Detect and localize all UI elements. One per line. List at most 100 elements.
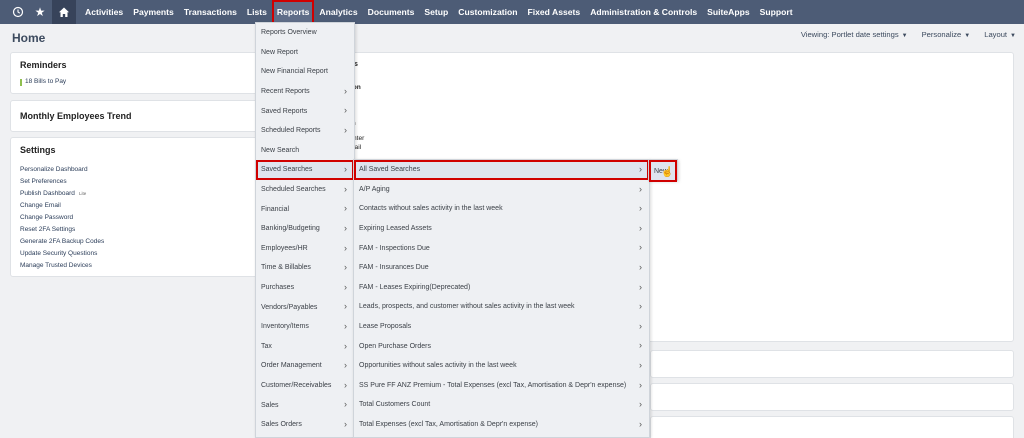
personalize-dropdown[interactable]: Personalize ▼ <box>922 30 971 39</box>
viewing-dropdown[interactable]: Viewing: Portlet date settings ▼ <box>801 30 908 39</box>
reports-menu-item-customer-receivables[interactable]: Customer/Receivables › <box>256 376 354 396</box>
portlet-bar <box>650 383 1014 411</box>
nav-item-reports[interactable]: Reports <box>271 0 315 24</box>
nav-item-transactions[interactable]: Transactions <box>179 0 242 24</box>
reports-menu-item-time-billables[interactable]: Time & Billables › <box>256 258 354 278</box>
reports-menu-item-saved-reports[interactable]: Saved Reports › <box>256 101 354 121</box>
saved-searches-menu: All Saved Searches › A/P Aging › Contacts wi… <box>353 159 650 438</box>
nav-item-documents[interactable]: Documents <box>363 0 420 24</box>
reports-menu-item-new-financial-report[interactable]: New Financial Report <box>256 62 354 82</box>
chevron-right-icon: › <box>639 301 642 312</box>
employees-trend-portlet: Monthly Employees Trend <box>10 100 260 132</box>
nav-item-fixed-assets[interactable]: Fixed Assets <box>522 0 585 24</box>
caret-down-icon: ▼ <box>1010 33 1016 39</box>
chevron-right-icon: › <box>639 379 642 390</box>
settings-link-personalize-dashboard[interactable]: Personalize Dashboard <box>20 164 104 176</box>
lite-badge: Lite <box>78 191 87 196</box>
reports-menu-item-saved-searches[interactable]: Saved Searches › <box>256 160 354 180</box>
nav-item-lists[interactable]: Lists <box>242 0 272 24</box>
reports-menu-item-employees-hr[interactable]: Employees/HR › <box>256 239 354 259</box>
saved-search-item-fam-insurances-due[interactable]: FAM - Insurances Due › <box>354 258 649 278</box>
nav-item-payments[interactable]: Payments <box>128 0 179 24</box>
chevron-right-icon: › <box>344 164 347 175</box>
chevron-right-icon: › <box>639 359 642 370</box>
nav-item-suiteapps[interactable]: SuiteApps <box>702 0 755 24</box>
reports-menu-item-recent-reports[interactable]: Recent Reports › <box>256 82 354 102</box>
star-icon[interactable]: ★ <box>30 0 50 24</box>
reminders-portlet: Reminders 18 Bills to Pay <box>10 52 260 94</box>
chevron-right-icon: › <box>344 222 347 233</box>
saved-search-item-open-purchase-orders[interactable]: Open Purchase Orders › <box>354 336 649 356</box>
nav-item-customization[interactable]: Customization <box>453 0 522 24</box>
reports-menu-item-reports-overview[interactable]: Reports Overview <box>256 23 354 43</box>
saved-search-item-lease-proposals[interactable]: Lease Proposals › <box>354 317 649 337</box>
nav-item-analytics[interactable]: Analytics <box>314 0 362 24</box>
saved-search-item-contacts-without-sales-activity-in-the-last-week[interactable]: Contacts without sales activity in the l… <box>354 199 649 219</box>
chevron-right-icon: › <box>344 242 347 253</box>
top-nav: ★ Activities Payments Transactions Lists Rep… <box>0 0 1024 24</box>
reports-menu-item-sales[interactable]: Sales › <box>256 395 354 415</box>
saved-search-item-expiring-leased-assets[interactable]: Expiring Leased Assets › <box>354 219 649 239</box>
reports-menu-item-order-management[interactable]: Order Management › <box>256 356 354 376</box>
reminder-item[interactable]: 18 Bills to Pay <box>20 76 66 88</box>
chevron-right-icon: › <box>344 281 347 292</box>
saved-search-item-total-expenses-excl-tax-amortisation-depr-n-expense[interactable]: Total Expenses (excl Tax, Amortisation &… <box>354 415 649 435</box>
nav-item-administration-controls[interactable]: Administration & Controls <box>585 0 702 24</box>
nav-item-setup[interactable]: Setup <box>419 0 453 24</box>
portlet-bar <box>650 416 1014 438</box>
saved-search-item-fam-leases-expiring-deprecated[interactable]: FAM - Leases Expiring(Deprecated) › <box>354 278 649 298</box>
layout-dropdown[interactable]: Layout ▼ <box>984 30 1016 39</box>
saved-search-item-a-p-aging[interactable]: A/P Aging › <box>354 180 649 200</box>
nav-item-support[interactable]: Support <box>755 0 798 24</box>
nav-item-activities[interactable]: Activities <box>80 0 128 24</box>
settings-link-publish-dashboard[interactable]: Publish Dashboard Lite <box>20 188 104 200</box>
reports-menu-item-purchases[interactable]: Purchases › <box>256 278 354 298</box>
settings-link-update-security-questions[interactable]: Update Security Questions <box>20 248 104 260</box>
settings-link-change-email[interactable]: Change Email <box>20 200 104 212</box>
reports-menu-item-scheduled-reports[interactable]: Scheduled Reports › <box>256 121 354 141</box>
saved-search-item-total-customers-count[interactable]: Total Customers Count › <box>354 395 649 415</box>
saved-search-item-fam-inspections-due[interactable]: FAM - Inspections Due › <box>354 238 649 258</box>
saved-search-item-ss-pure-ff-anz-premium-total-expenses-excl-tax-amortisation-depr-n-expense[interactable]: SS Pure FF ANZ Premium - Total Expenses … <box>354 376 649 396</box>
hand-cursor-icon: ☝ <box>661 167 674 178</box>
chevron-right-icon: › <box>639 340 642 351</box>
portlet-bar <box>650 350 1014 378</box>
reports-menu-item-scheduled-searches[interactable]: Scheduled Searches › <box>256 180 354 200</box>
chevron-right-icon: › <box>344 399 347 410</box>
settings-portlet: Settings Personalize Dashboard Set Prefer… <box>10 137 260 277</box>
chevron-right-icon: › <box>344 340 347 351</box>
reports-menu-item-sales-orders[interactable]: Sales Orders › <box>256 415 354 435</box>
reports-menu-item-financial[interactable]: Financial › <box>256 199 354 219</box>
recent-records-icon[interactable] <box>8 0 28 24</box>
chevron-right-icon: › <box>344 85 347 96</box>
chevron-right-icon: › <box>344 124 347 135</box>
reports-menu-item-new-report[interactable]: New Report <box>256 43 354 63</box>
chevron-right-icon: › <box>344 418 347 429</box>
chevron-right-icon: › <box>344 301 347 312</box>
reminders-title: Reminders <box>20 60 67 70</box>
saved-search-item-leads-prospects-and-customer-without-sales-activity-in-the-last-week[interactable]: Leads, prospects, and customer without s… <box>354 297 649 317</box>
chevron-right-icon: › <box>344 183 347 194</box>
chevron-right-icon: › <box>344 203 347 214</box>
reports-menu-item-tax[interactable]: Tax › <box>256 337 354 357</box>
home-icon[interactable] <box>52 0 76 24</box>
reports-menu-item-inventory-items[interactable]: Inventory/Items › <box>256 317 354 337</box>
saved-search-item-all-saved-searches[interactable]: All Saved Searches › <box>354 160 649 180</box>
chevron-right-icon: › <box>344 262 347 273</box>
settings-link-reset-2fa-settings[interactable]: Reset 2FA Settings <box>20 224 104 236</box>
settings-link-change-password[interactable]: Change Password <box>20 212 104 224</box>
chevron-right-icon: › <box>639 242 642 253</box>
chevron-right-icon: › <box>639 399 642 410</box>
reports-menu-item-vendors-payables[interactable]: Vendors/Payables › <box>256 297 354 317</box>
reports-menu-item-banking-budgeting[interactable]: Banking/Budgeting › <box>256 219 354 239</box>
settings-title: Settings <box>20 145 56 155</box>
settings-link-manage-trusted-devices[interactable]: Manage Trusted Devices <box>20 260 104 272</box>
saved-search-item-opportunities-without-sales-activity-in-the-last-week[interactable]: Opportunities without sales activity in … <box>354 356 649 376</box>
chevron-right-icon: › <box>639 320 642 331</box>
chevron-right-icon: › <box>639 281 642 292</box>
settings-link-generate-2fa-backup-codes[interactable]: Generate 2FA Backup Codes <box>20 236 104 248</box>
settings-link-set-preferences[interactable]: Set Preferences <box>20 176 104 188</box>
chevron-right-icon: › <box>639 164 642 174</box>
header-controls: Viewing: Portlet date settings ▼ Personal… <box>801 30 1016 39</box>
reports-menu-item-new-search[interactable]: New Search <box>256 141 354 161</box>
